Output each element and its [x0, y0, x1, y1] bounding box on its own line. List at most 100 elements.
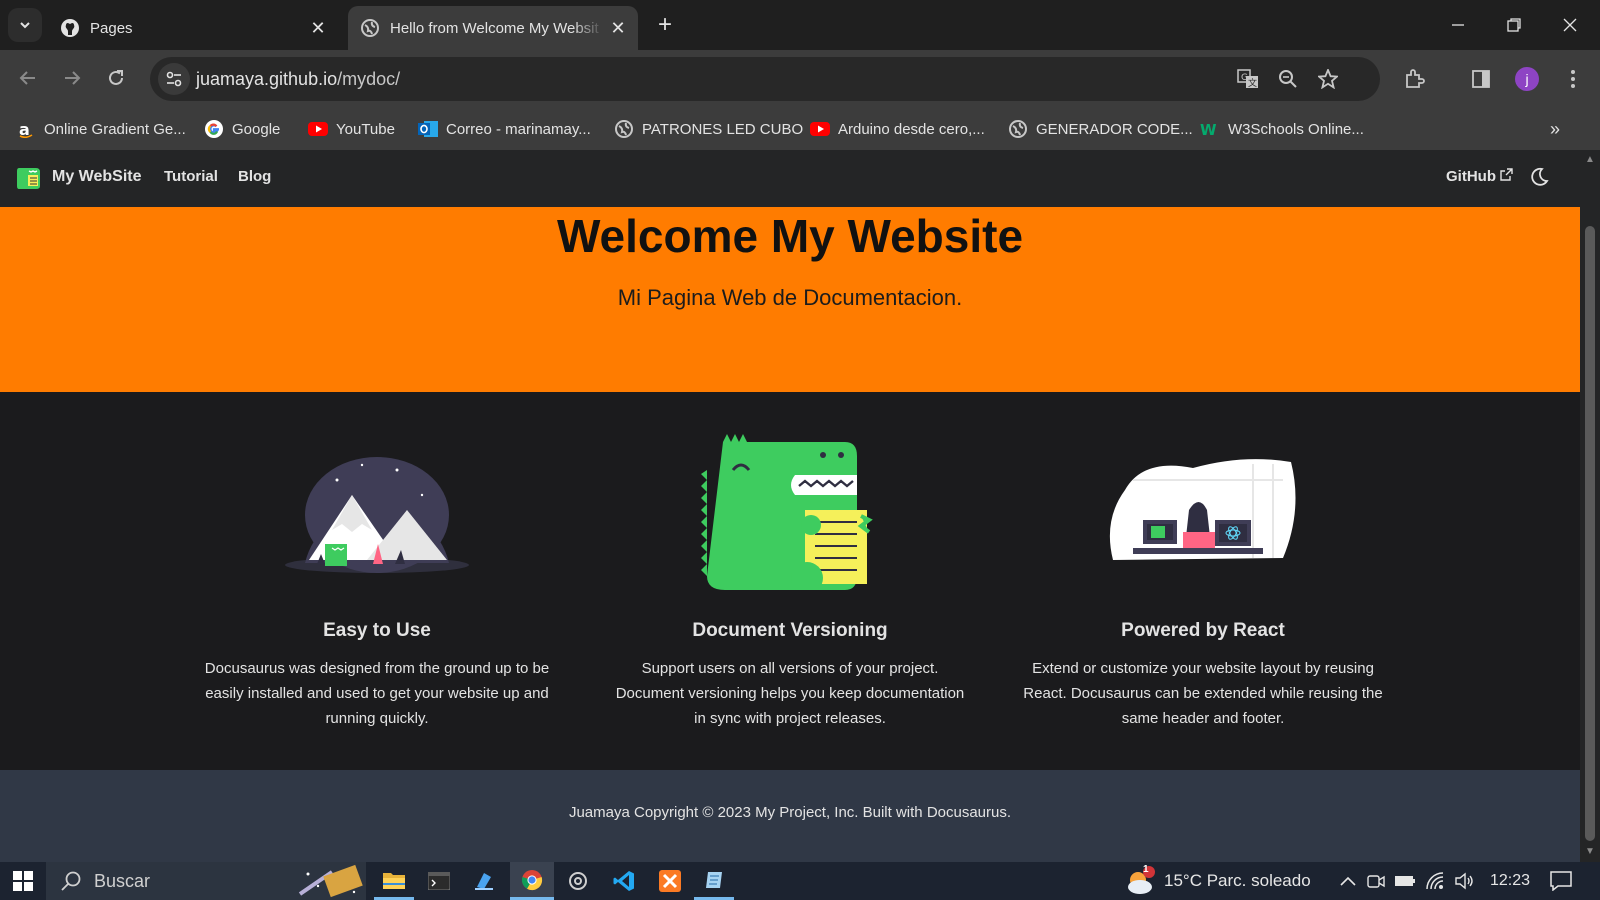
bookmark-item[interactable]: Correo - marinamay...	[418, 116, 591, 142]
search-highlight-icon	[298, 864, 363, 898]
svg-text:W: W	[1200, 121, 1217, 137]
volume-icon[interactable]	[1452, 862, 1478, 900]
taskbar-xampp[interactable]	[650, 862, 690, 900]
minimize-button[interactable]	[1430, 0, 1486, 50]
mountain-illustration	[177, 430, 577, 590]
feature-description: Docusaurus was designed from the ground …	[204, 660, 550, 727]
restore-icon	[1507, 18, 1521, 32]
hero-title: Welcome My Website	[556, 210, 1024, 262]
url-host: juamaya.github.io	[196, 69, 338, 89]
bookmark-item[interactable]: PATRONES LED CUBO	[614, 116, 803, 142]
taskbar-terminal[interactable]	[419, 862, 459, 900]
tab-search-button[interactable]	[8, 8, 42, 42]
youtube-icon	[810, 119, 830, 139]
double-chevron-right-icon: »	[1550, 118, 1561, 139]
scrollbar-thumb[interactable]	[1585, 226, 1595, 841]
reload-button[interactable]	[98, 60, 134, 96]
close-tab-icon[interactable]: ✕	[604, 18, 632, 39]
side-panel-icon[interactable]	[1466, 64, 1496, 94]
bookmarks-bar: a Online Gradient Ge... Google YouTube C…	[0, 108, 1600, 150]
outlook-icon	[418, 119, 438, 139]
address-bar[interactable]: juamaya.github.io/mydoc/ G文	[150, 57, 1380, 101]
site-brand-link[interactable]: My WebSite	[16, 164, 142, 190]
nav-blog-link[interactable]: Blog	[238, 168, 271, 185]
footer-copyright: Juamaya Copyright © 2023 My Project, Inc…	[568, 804, 1012, 821]
taskbar-chatgpt[interactable]	[558, 862, 598, 900]
page-scrollbar[interactable]: ▲ ▼	[1580, 150, 1600, 862]
scroll-up-icon[interactable]: ▲	[1585, 154, 1595, 165]
globe-icon	[360, 18, 380, 38]
feature-easy-to-use: Easy to Use Docusaurus was designed from…	[177, 430, 577, 731]
openai-icon	[569, 872, 587, 890]
globe-icon	[1008, 119, 1028, 139]
svg-text:a: a	[19, 120, 30, 138]
notifications-icon[interactable]	[1546, 862, 1576, 900]
close-window-button[interactable]	[1542, 0, 1598, 50]
bookmark-item[interactable]: a Online Gradient Ge...	[16, 116, 186, 142]
windows-taskbar: Buscar 1 15°C Parc. soleado 12:23	[0, 862, 1600, 900]
bookmark-item[interactable]: W W3Schools Online...	[1200, 116, 1364, 142]
dino-logo-icon	[17, 168, 40, 189]
clock[interactable]: 12:23	[1490, 862, 1530, 900]
zoom-icon[interactable]	[1274, 65, 1302, 93]
battery-icon[interactable]	[1392, 862, 1418, 900]
taskbar-notes-app[interactable]	[694, 862, 734, 900]
dark-mode-toggle[interactable]	[1528, 166, 1550, 193]
tab-strip: Pages ✕ Hello from Welcome My Websit ✕ +	[0, 0, 1600, 50]
site-navbar: My WebSite Tutorial Blog GitHub	[0, 150, 1580, 207]
bookmark-star-icon[interactable]	[1314, 65, 1342, 93]
show-hidden-icons-button[interactable]	[1336, 862, 1360, 900]
web-page: My WebSite Tutorial Blog GitHub Welcome …	[0, 150, 1580, 862]
bookmark-label: YouTube	[336, 120, 395, 138]
search-icon	[61, 871, 81, 891]
profile-avatar[interactable]: j	[1512, 64, 1542, 94]
react-illustration	[1003, 430, 1403, 590]
close-tab-icon[interactable]: ✕	[304, 18, 332, 39]
back-button[interactable]	[10, 60, 46, 96]
translate-icon[interactable]: G文	[1234, 65, 1262, 93]
start-button[interactable]	[6, 862, 40, 900]
menu-kebab-icon[interactable]	[1558, 64, 1588, 94]
taskbar-chrome[interactable]	[510, 862, 554, 900]
weather-text[interactable]: 15°C Parc. soleado	[1164, 862, 1311, 900]
site-info-button[interactable]	[158, 63, 190, 95]
bookmark-item[interactable]: GENERADOR CODE...	[1008, 116, 1193, 142]
site-footer: Juamaya Copyright © 2023 My Project, Inc…	[0, 770, 1580, 862]
tab-hello-welcome[interactable]: Hello from Welcome My Websit ✕	[348, 6, 638, 50]
more-bookmarks-button[interactable]: »	[1550, 116, 1560, 142]
tab-pages[interactable]: Pages ✕	[48, 6, 338, 50]
feature-description: Extend or customize your website layout …	[1023, 660, 1383, 727]
tab-title: Pages	[90, 19, 133, 37]
wifi-icon[interactable]	[1422, 862, 1448, 900]
bookmark-label: W3Schools Online...	[1228, 120, 1364, 138]
arrow-left-icon	[19, 71, 35, 85]
folder-icon	[383, 872, 405, 889]
weather-widget-icon[interactable]: 1	[1122, 862, 1158, 900]
github-link[interactable]: GitHub	[1446, 168, 1513, 185]
extensions-icon[interactable]	[1400, 64, 1430, 94]
url-text[interactable]: juamaya.github.io/mydoc/	[196, 69, 400, 90]
avatar: j	[1515, 67, 1539, 91]
minimize-icon	[1452, 24, 1464, 26]
nav-tutorial-link[interactable]: Tutorial	[164, 168, 218, 185]
arrow-right-icon	[65, 71, 81, 85]
meet-now-icon[interactable]	[1364, 862, 1388, 900]
taskbar-app[interactable]	[464, 862, 504, 900]
bookmark-item[interactable]: YouTube	[308, 116, 395, 142]
forward-button[interactable]	[54, 60, 90, 96]
bookmark-item[interactable]: Arduino desde cero,...	[810, 116, 985, 142]
scroll-down-icon[interactable]: ▼	[1585, 846, 1595, 857]
weather-sun-cloud-icon	[1128, 866, 1155, 894]
bookmark-item[interactable]: Google	[204, 116, 280, 142]
hero-subtitle: Mi Pagina Web de Documentacion.	[617, 285, 963, 310]
taskbar-vscode[interactable]	[604, 862, 644, 900]
restore-button[interactable]	[1486, 0, 1542, 50]
feature-description: Support users on all versions of your pr…	[615, 660, 965, 727]
taskbar-file-explorer[interactable]	[374, 862, 414, 900]
windows-logo-icon	[13, 871, 33, 891]
w3schools-icon: W	[1200, 119, 1220, 139]
new-tab-button[interactable]: +	[650, 10, 680, 40]
vscode-icon	[613, 871, 634, 891]
taskbar-search-box[interactable]: Buscar	[46, 862, 366, 900]
url-path: /mydoc/	[337, 69, 401, 89]
